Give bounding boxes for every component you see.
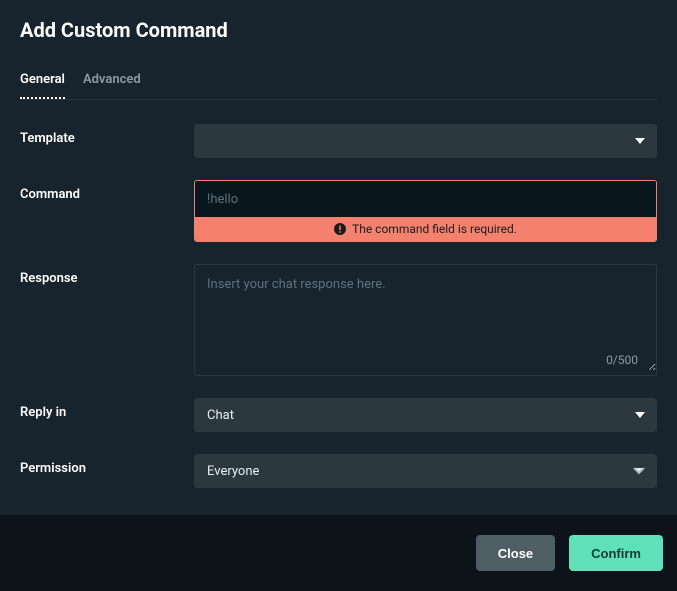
reply-in-select[interactable]: Chat — [194, 398, 657, 432]
label-command: Command — [20, 180, 194, 202]
label-reply-in: Reply in — [20, 398, 194, 420]
tab-advanced[interactable]: Advanced — [83, 72, 141, 99]
command-input-wrap: The command field is required. — [194, 180, 657, 242]
dialog-content: Add Custom Command General Advanced Temp… — [0, 0, 677, 515]
row-permission: Permission Everyone — [20, 454, 657, 488]
tab-general[interactable]: General — [20, 72, 65, 99]
command-error-text: The command field is required. — [352, 217, 517, 241]
label-response: Response — [20, 264, 194, 286]
command-input[interactable] — [195, 181, 656, 217]
permission-select[interactable]: Everyone — [194, 454, 657, 488]
add-custom-command-dialog: Add Custom Command General Advanced Temp… — [0, 0, 677, 591]
row-response: Response 0/500 — [20, 264, 657, 376]
response-textarea-wrap: 0/500 — [194, 264, 657, 376]
tabs: General Advanced — [20, 72, 657, 100]
field-response: 0/500 — [194, 264, 657, 376]
response-textarea[interactable] — [195, 265, 656, 371]
row-command: Command The command field is required. — [20, 180, 657, 242]
dialog-title: Add Custom Command — [20, 18, 657, 42]
template-select[interactable] — [194, 124, 657, 158]
command-error-banner: The command field is required. — [195, 217, 656, 241]
row-template: Template — [20, 124, 657, 158]
close-button[interactable]: Close — [476, 535, 555, 571]
label-template: Template — [20, 124, 194, 146]
row-reply-in: Reply in Chat — [20, 398, 657, 432]
field-permission: Everyone — [194, 454, 657, 488]
confirm-button[interactable]: Confirm — [569, 535, 663, 571]
dialog-footer: Close Confirm — [0, 515, 677, 591]
label-permission: Permission — [20, 454, 194, 476]
field-command: The command field is required. — [194, 180, 657, 242]
error-icon — [334, 223, 346, 235]
field-template — [194, 124, 657, 158]
field-reply-in: Chat — [194, 398, 657, 432]
